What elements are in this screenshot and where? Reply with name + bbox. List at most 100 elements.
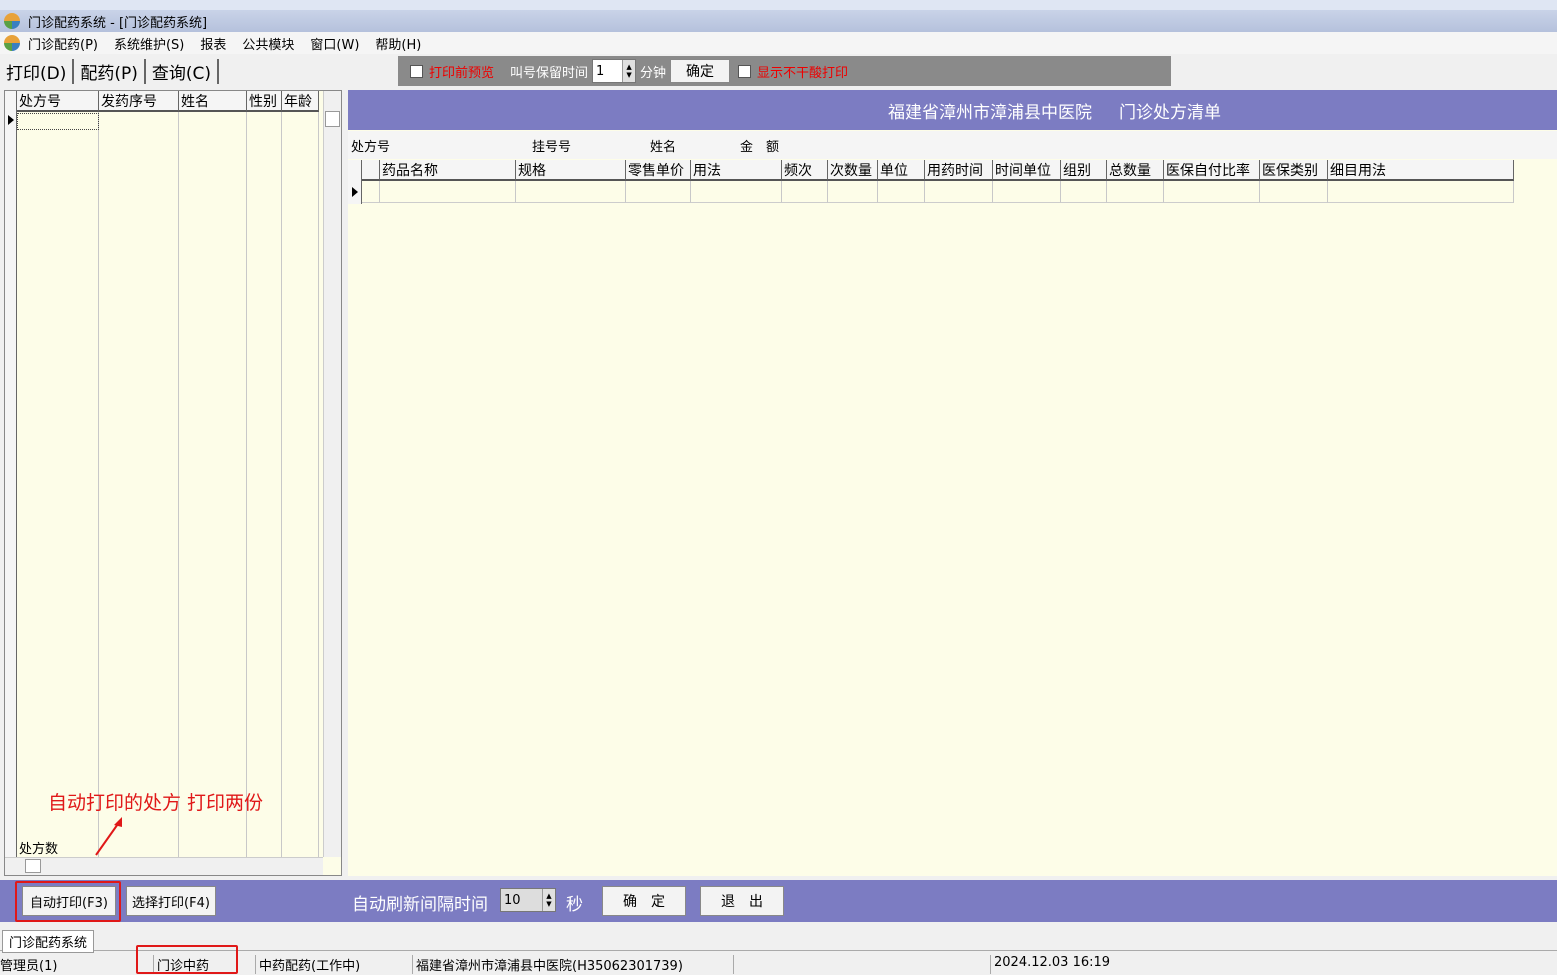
grid-column [282,112,319,857]
column-header[interactable]: 姓名 [179,91,247,112]
app-logo-icon [4,13,20,29]
grid-cell [1260,181,1328,203]
current-row-arrow-icon [352,187,358,197]
annotation-arrow-icon [95,817,122,856]
menu-common[interactable]: 公共模块 [242,34,294,53]
grid-cell [993,181,1061,203]
column-header[interactable]: 时间单位 [993,160,1061,181]
column-header[interactable]: 总数量 [1107,160,1164,181]
grid-column [247,112,282,857]
column-header[interactable]: 年龄 [282,91,319,112]
exit-button[interactable]: 退 出 [700,886,784,916]
retain-time-spinner[interactable]: 1 ▲ ▼ [592,59,637,83]
refresh-interval-value: 10 [504,892,521,908]
row-indicator-column [5,91,17,857]
row-indicator-column [348,160,362,204]
menu-help[interactable]: 帮助(H) [375,34,421,53]
options-bar: 打印前预览 叫号保留时间 1 ▲ ▼ 分钟 确定 显示不干酸打印 [398,56,1171,86]
column-header[interactable]: 细目用法 [1328,160,1514,181]
info-amount: 金 额 [740,140,780,155]
detail-info-row: 处方号 挂号号 姓名 金 额 [348,131,1557,159]
column-header[interactable]: 处方号 [17,91,99,112]
footer-count-label: 处方数 [19,842,59,857]
vertical-scrollbar-thumb[interactable] [325,111,340,127]
vertical-scrollbar[interactable] [323,91,341,857]
toolbar: 打印(D) 配药(P) 查询(C) [0,56,400,86]
highlight-box-auto-print [15,881,121,922]
column-header[interactable]: 用药时间 [925,160,993,181]
menu-outpatient[interactable]: 门诊配药(P) [28,34,98,53]
column-header[interactable]: 单位 [878,160,925,181]
grid-cell [1061,181,1107,203]
refresh-interval-spinner[interactable]: 10 ▲ ▼ [500,888,556,912]
status-user: 管理员(1) [0,959,58,974]
prescription-list-grid[interactable]: 处方号 发药序号 姓名 性别 年龄处方数 [4,90,342,876]
spinner-arrows-icon[interactable]: ▲ ▼ [622,60,636,82]
highlight-box-department [136,945,238,974]
grid-cell [782,181,828,203]
detail-header: 福建省漳州市漳浦县中医院 门诊处方清单 [348,90,1557,130]
info-prescription-no: 处方号 [351,140,391,155]
print-tab[interactable]: 打印(D) [6,58,75,84]
column-header[interactable]: 组别 [1061,160,1107,181]
confirm-button[interactable]: 确 定 [602,886,686,916]
show-no-dry-label: 显示不干酸打印 [757,65,849,81]
horizontal-scrollbar[interactable] [5,857,323,875]
horizontal-scrollbar-thumb[interactable] [25,859,41,873]
grid-cell [925,181,993,203]
grid-column [99,112,179,857]
status-empty [733,955,989,974]
selected-cell[interactable] [17,113,99,130]
grid-cell [380,181,516,203]
info-name: 姓名 [650,140,677,155]
grid-cell [516,181,626,203]
print-preview-checkbox[interactable] [410,64,423,78]
title-bar: 门诊配药系统 - [门诊配药系统] [0,10,1557,32]
select-print-button[interactable]: 选择打印(F4) [126,886,216,916]
detail-title: 福建省漳州市漳浦县中医院 门诊处方清单 [888,102,1222,123]
grid-column [17,112,99,857]
annotation-text: 自动打印的处方 打印两份 [48,792,264,814]
drug-detail-grid[interactable]: 药品名称 规格 零售单价 用法 频次 次数量 单位 用药时间 时间单位 组别 总数量 医保自付比率 医保… [348,160,1514,204]
grid-cell [828,181,878,203]
menu-system[interactable]: 系统维护(S) [114,34,184,53]
retain-time-value: 1 [596,63,605,79]
column-header-blank [362,160,380,181]
show-no-dry-checkbox[interactable] [738,64,752,78]
window-title: 门诊配药系统 - [门诊配药系统] [28,15,208,31]
grid-cell [878,181,925,203]
status-mode: 中药配药(工作中) [255,955,360,974]
column-header[interactable]: 零售单价 [626,160,691,181]
grid-cell [1107,181,1164,203]
column-header[interactable]: 用法 [691,160,782,181]
seconds-label: 秒 [566,895,583,915]
column-header[interactable]: 发药序号 [99,91,179,112]
bottom-action-bar: 自动打印(F3) 选择打印(F4) 自动刷新间隔时间 10 ▲ ▼ 秒 确 定 退 … [0,880,1557,922]
menu-window[interactable]: 窗口(W) [310,34,359,53]
grid-cell [691,181,782,203]
column-header[interactable]: 频次 [782,160,828,181]
retain-time-label: 叫号保留时间 [510,65,589,81]
column-header[interactable]: 医保类别 [1260,160,1328,181]
column-header[interactable]: 性别 [247,91,282,112]
prescription-detail-panel: 福建省漳州市漳浦县中医院 门诊处方清单 处方号 挂号号 姓名 金 额 药品名称规… [348,90,1557,876]
browser-tab-strip [0,0,1557,10]
grid-column [179,112,247,857]
grid-cell [1164,181,1260,203]
column-header[interactable]: 药品名称 [380,160,516,181]
query-tab[interactable]: 查询(C) [152,58,220,84]
menu-bar: 门诊配药(P) 系统维护(S) 报表 公共模块 窗口(W) 帮助(H) [0,32,1557,54]
column-header[interactable]: 规格 [516,160,626,181]
status-hospital: 福建省漳州市漳浦县中医院(H35062301739) [412,955,683,974]
menu-reports[interactable]: 报表 [200,34,226,53]
retain-confirm-button[interactable]: 确定 [670,59,731,83]
spinner-arrows-icon[interactable]: ▲ ▼ [542,889,555,911]
tab-outpatient-dispensing[interactable]: 门诊配药系统 [2,930,95,953]
dispense-tab[interactable]: 配药(P) [80,58,146,84]
column-header[interactable]: 医保自付比率 [1164,160,1260,181]
grid-cell [362,181,380,203]
current-row-arrow-icon [8,115,14,125]
column-header[interactable]: 次数量 [828,160,878,181]
app-logo-icon [4,35,20,51]
info-registration-no: 挂号号 [532,140,572,155]
